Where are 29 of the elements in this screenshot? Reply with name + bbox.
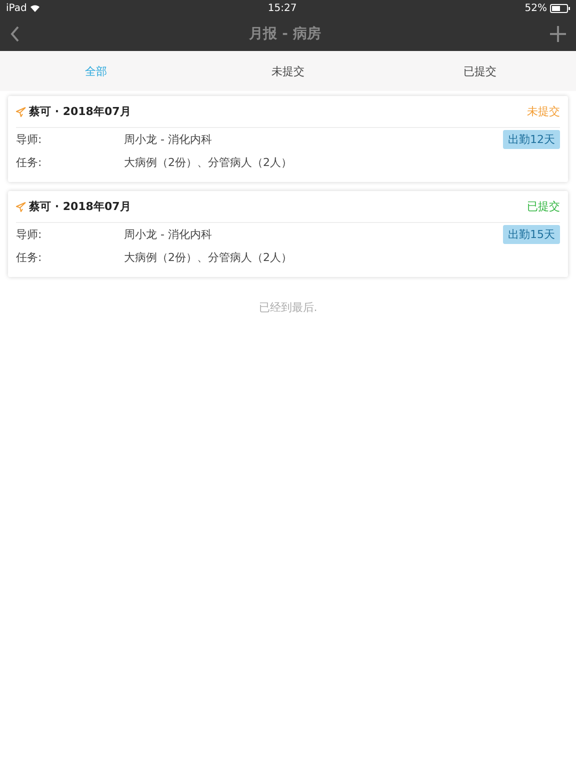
report-title: 蔡可 · 2018年07月 xyxy=(29,199,131,214)
report-title: 蔡可 · 2018年07月 xyxy=(29,104,131,119)
paper-plane-icon xyxy=(16,202,26,212)
wifi-icon xyxy=(30,4,40,12)
device-name: iPad xyxy=(6,2,27,14)
report-status: 未提交 xyxy=(527,104,560,119)
report-status: 已提交 xyxy=(527,199,560,214)
attendance-badge: 出勤15天 xyxy=(503,225,560,244)
field-label: 任务: xyxy=(16,155,43,170)
field-value: 大病例（2份）、分管病人（2人） xyxy=(124,155,293,170)
battery-percent: 52% xyxy=(524,2,547,14)
back-icon[interactable] xyxy=(10,26,20,42)
page-title: 月报 - 病房 xyxy=(249,24,321,42)
report-card[interactable]: 蔡可 · 2018年07月 未提交 导师: 周小龙 - 消化内科 出勤12天 任务: 大病例（2份）、分管病人（2人） xyxy=(8,96,568,182)
report-card[interactable]: 蔡可 · 2018年07月 已提交 导师: 周小龙 - 消化内科 出勤15天 任务: 大病例（2份）、分管病人（2人） xyxy=(8,191,568,277)
field-label: 导师: xyxy=(16,227,43,242)
end-of-list-text: 已经到最后. xyxy=(258,301,318,314)
field-label: 导师: xyxy=(16,132,43,147)
filter-tab[interactable]: 未提交 xyxy=(192,51,384,91)
filter-tab[interactable]: 已提交 xyxy=(384,51,576,91)
field-value: 周小龙 - 消化内科 xyxy=(124,132,213,147)
battery-icon xyxy=(550,4,570,12)
paper-plane-icon xyxy=(16,106,26,116)
field-label: 任务: xyxy=(16,250,43,265)
attendance-badge: 出勤12天 xyxy=(503,130,560,149)
clock: 15:27 xyxy=(268,2,297,14)
field-value: 大病例（2份）、分管病人（2人） xyxy=(124,250,293,265)
field-value: 周小龙 - 消化内科 xyxy=(124,227,213,242)
add-icon[interactable] xyxy=(550,26,566,42)
